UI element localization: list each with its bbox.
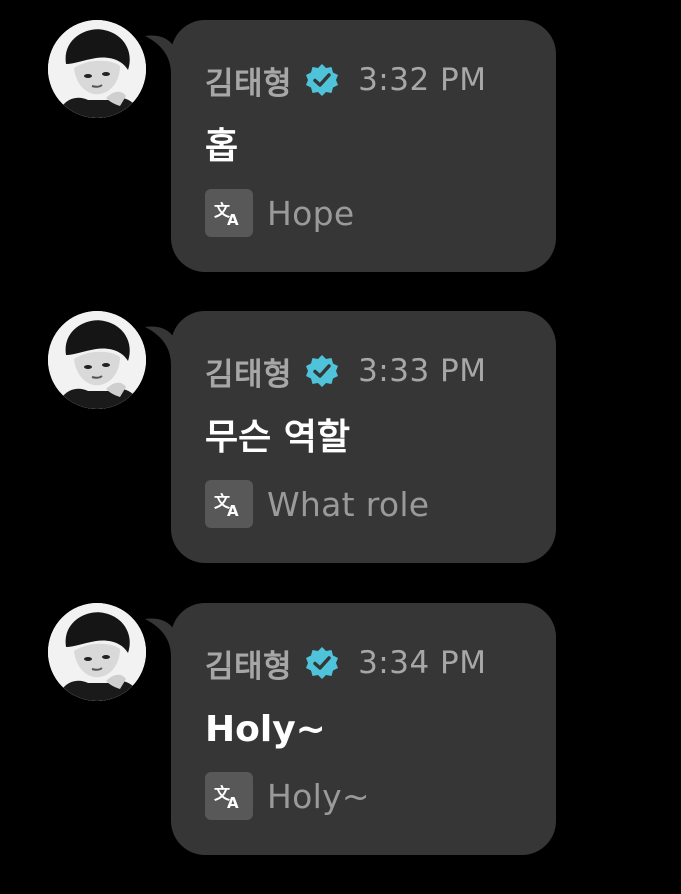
translated-text: What role <box>267 484 430 524</box>
message-header: 김태형 3:33 PM <box>205 349 486 393</box>
message-text: 홉 <box>205 126 239 167</box>
svg-text:A: A <box>227 502 239 520</box>
message-time: 3:33 PM <box>358 353 487 389</box>
message-bubble[interactable]: 김태형 3:34 PM Holy~ 文 A Holy~ <box>171 603 556 855</box>
translate-icon[interactable]: 文 A <box>205 189 253 237</box>
avatar[interactable] <box>48 603 146 701</box>
message-text: Holy~ <box>205 709 326 750</box>
message-time: 3:32 PM <box>358 62 487 98</box>
message-header: 김태형 3:32 PM <box>205 58 486 102</box>
translation-row[interactable]: 文 A Hope <box>205 188 354 238</box>
sender-name[interactable]: 김태형 <box>205 58 292 103</box>
avatar[interactable] <box>48 20 146 118</box>
chat-message[interactable]: 김태형 3:32 PM 홉 文 A Hope <box>0 20 681 272</box>
message-time: 3:34 PM <box>358 645 487 681</box>
svg-text:A: A <box>227 211 239 229</box>
verified-badge-icon <box>304 353 340 389</box>
translate-icon[interactable]: 文 A <box>205 772 253 820</box>
translate-icon[interactable]: 文 A <box>205 480 253 528</box>
sender-name[interactable]: 김태형 <box>205 349 292 394</box>
message-bubble[interactable]: 김태형 3:33 PM 무슨 역할 文 A What role <box>171 311 556 563</box>
verified-badge-icon <box>304 645 340 681</box>
message-header: 김태형 3:34 PM <box>205 641 486 685</box>
chat-message[interactable]: 김태형 3:34 PM Holy~ 文 A Holy~ <box>0 603 681 855</box>
message-text: 무슨 역할 <box>205 417 351 458</box>
translated-text: Holy~ <box>267 776 370 816</box>
message-bubble[interactable]: 김태형 3:32 PM 홉 文 A Hope <box>171 20 556 272</box>
avatar[interactable] <box>48 311 146 409</box>
sender-name[interactable]: 김태형 <box>205 641 292 686</box>
translation-row[interactable]: 文 A What role <box>205 479 429 529</box>
svg-text:A: A <box>227 794 239 812</box>
translated-text: Hope <box>267 193 355 233</box>
verified-badge-icon <box>304 62 340 98</box>
translation-row[interactable]: 文 A Holy~ <box>205 771 370 821</box>
chat-message[interactable]: 김태형 3:33 PM 무슨 역할 文 A What role <box>0 311 681 563</box>
